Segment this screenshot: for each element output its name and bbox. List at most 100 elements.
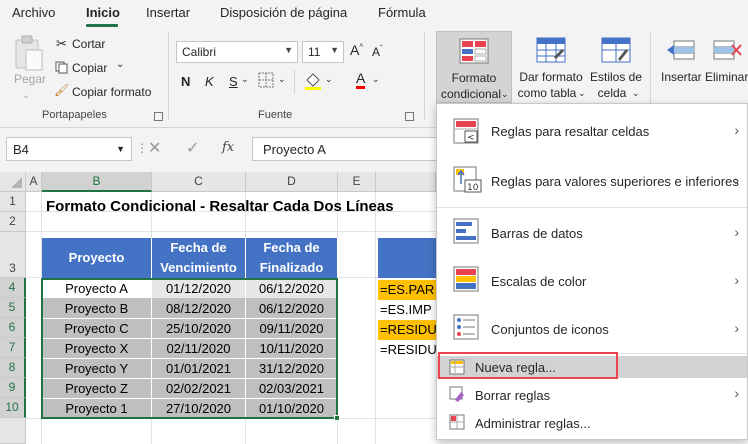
borders-icon[interactable] bbox=[258, 72, 274, 91]
insert-function-icon[interactable]: fx bbox=[222, 140, 234, 155]
bold-button[interactable]: N bbox=[181, 74, 190, 89]
delete-cells-button[interactable]: Eliminar bbox=[704, 31, 748, 103]
chevron-down-icon: ⌄ bbox=[501, 89, 509, 99]
table-header-fecha-finalizado[interactable]: Fecha de Finalizado bbox=[246, 238, 338, 278]
table-cell[interactable]: 02/02/2021 bbox=[152, 379, 246, 399]
tab-insertar[interactable]: Insertar bbox=[146, 5, 190, 20]
column-header-a[interactable]: A bbox=[26, 172, 42, 192]
font-family-select[interactable]: Calibri ▼ bbox=[176, 41, 298, 63]
table-cell[interactable]: 08/12/2020 bbox=[152, 299, 246, 319]
column-header-e[interactable]: E bbox=[338, 172, 376, 192]
row-header-4[interactable]: 4 bbox=[0, 278, 26, 298]
tab-formula[interactable]: Fórmula bbox=[378, 5, 426, 20]
gridline bbox=[375, 192, 376, 444]
underline-button[interactable]: S bbox=[229, 74, 238, 89]
menu-item-clear-rules[interactable]: Borrar reglas › bbox=[437, 382, 747, 406]
font-color-icon[interactable]: A bbox=[356, 70, 366, 89]
shrink-font-icon[interactable]: Aˇ bbox=[372, 44, 383, 59]
name-box[interactable]: B4 ▼ bbox=[6, 137, 132, 161]
formula-cell[interactable]: =ES.PAR bbox=[378, 280, 436, 300]
italic-button[interactable]: K bbox=[205, 74, 214, 89]
format-table-icon bbox=[536, 37, 566, 63]
fill-color-dropdown-icon[interactable]: ⌄ bbox=[325, 74, 333, 85]
formula-column-header[interactable] bbox=[378, 238, 436, 278]
row-header-3[interactable]: 3 bbox=[0, 232, 26, 278]
row-header-8[interactable]: 8 bbox=[0, 358, 26, 378]
column-header-c[interactable]: C bbox=[152, 172, 246, 192]
menu-item-icon-sets[interactable]: Conjuntos de iconos › bbox=[437, 306, 747, 350]
tab-archivo[interactable]: Archivo bbox=[12, 5, 55, 20]
formula-cell[interactable]: =ES.IMP bbox=[378, 300, 436, 320]
table-header-fecha-vencimiento[interactable]: Fecha de Vencimiento bbox=[152, 238, 246, 278]
table-cell[interactable]: 31/12/2020 bbox=[246, 359, 338, 379]
table-cell[interactable]: Proyecto B bbox=[42, 299, 152, 319]
table-header-proyecto[interactable]: Proyecto bbox=[42, 238, 152, 278]
row-header-5[interactable]: 5 bbox=[0, 298, 26, 318]
cancel-icon[interactable]: ✕ bbox=[148, 138, 161, 158]
paste-button[interactable] bbox=[10, 34, 46, 77]
grow-font-icon[interactable]: A^ bbox=[350, 42, 363, 58]
fill-handle[interactable] bbox=[334, 415, 340, 421]
insert-cells-button[interactable]: Insertar bbox=[656, 31, 706, 103]
table-cell[interactable]: 25/10/2020 bbox=[152, 319, 246, 339]
table-cell[interactable]: 01/12/2020 bbox=[152, 279, 246, 299]
table-cell[interactable]: Proyecto Y bbox=[42, 359, 152, 379]
table-cell[interactable]: 01/01/2021 bbox=[152, 359, 246, 379]
svg-text:10: 10 bbox=[467, 183, 479, 193]
row-header-10[interactable]: 10 bbox=[0, 398, 26, 418]
chevron-down-icon: ▼ bbox=[116, 144, 125, 154]
copy-button[interactable]: Copiar bbox=[72, 61, 107, 75]
table-cell[interactable]: Proyecto C bbox=[42, 319, 152, 339]
format-painter-button[interactable]: Copiar formato bbox=[72, 85, 151, 99]
table-cell[interactable]: Proyecto 1 bbox=[42, 399, 152, 419]
table-cell[interactable]: 02/11/2020 bbox=[152, 339, 246, 359]
fill-color-icon[interactable] bbox=[304, 72, 322, 93]
menu-item-data-bars[interactable]: Barras de datos › bbox=[437, 210, 747, 254]
borders-dropdown-icon[interactable]: ⌄ bbox=[278, 74, 286, 85]
table-cell[interactable]: Proyecto A bbox=[42, 279, 152, 299]
table-cell[interactable]: 06/12/2020 bbox=[246, 299, 338, 319]
menu-item-top-bottom-rules[interactable]: 10 Reglas para valores superiores e infe… bbox=[437, 160, 747, 204]
paste-dropdown-icon[interactable]: ⌄ bbox=[22, 90, 30, 101]
cut-button[interactable]: Cortar bbox=[72, 37, 105, 51]
table-cell[interactable]: Proyecto Z bbox=[42, 379, 152, 399]
format-as-table-button[interactable]: Dar formato como tabla ⌄ bbox=[514, 31, 588, 103]
column-header-f[interactable] bbox=[376, 172, 436, 192]
divider bbox=[294, 70, 295, 94]
formula-cell[interactable]: =RESIDU bbox=[378, 340, 436, 360]
table-cell[interactable]: 27/10/2020 bbox=[152, 399, 246, 419]
menu-item-manage-rules[interactable]: Administrar reglas... bbox=[437, 410, 747, 434]
font-size-select[interactable]: 11 ▼ bbox=[302, 41, 344, 63]
conditional-format-button[interactable]: Formato condicional ⌄ bbox=[436, 31, 512, 103]
column-header-b[interactable]: B bbox=[42, 172, 152, 192]
column-header-d[interactable]: D bbox=[246, 172, 338, 192]
row-header-2[interactable]: 2 bbox=[0, 212, 26, 232]
formula-cell[interactable]: =RESIDU bbox=[378, 320, 436, 340]
table-cell[interactable]: 10/11/2020 bbox=[246, 339, 338, 359]
underline-dropdown-icon[interactable]: ⌄ bbox=[241, 74, 249, 85]
tab-inicio[interactable]: Inicio bbox=[86, 5, 120, 20]
table-cell[interactable]: 01/10/2020 bbox=[246, 399, 338, 419]
clipboard-launcher-icon[interactable] bbox=[154, 112, 163, 121]
row-header-6[interactable]: 6 bbox=[0, 318, 26, 338]
row-header-7[interactable]: 7 bbox=[0, 338, 26, 358]
table-cell[interactable]: 02/03/2021 bbox=[246, 379, 338, 399]
active-tab-indicator bbox=[86, 24, 118, 27]
copy-dropdown-icon[interactable]: ⌄ bbox=[116, 59, 124, 70]
menu-item-new-rule[interactable]: Nueva regla... bbox=[437, 356, 747, 378]
font-launcher-icon[interactable] bbox=[405, 112, 414, 121]
table-cell[interactable]: 06/12/2020 bbox=[246, 279, 338, 299]
row-header-9[interactable]: 9 bbox=[0, 378, 26, 398]
cell-styles-button[interactable]: Estilos de celda ⌄ bbox=[588, 31, 644, 103]
menu-item-color-scales[interactable]: Escalas de color › bbox=[437, 258, 747, 302]
row-header-11[interactable] bbox=[0, 418, 26, 444]
tab-disposicion[interactable]: Disposición de página bbox=[220, 5, 347, 20]
enter-icon[interactable]: ✓ bbox=[186, 138, 199, 158]
menu-item-highlight-rules[interactable]: < Reglas para resaltar celdas › bbox=[437, 110, 747, 154]
table-cell[interactable]: 09/11/2020 bbox=[246, 319, 338, 339]
table-cell[interactable]: Proyecto X bbox=[42, 339, 152, 359]
select-all-button[interactable] bbox=[0, 172, 26, 192]
font-color-dropdown-icon[interactable]: ⌄ bbox=[372, 74, 380, 85]
row-header-1[interactable]: 1 bbox=[0, 192, 26, 212]
chevron-right-icon: › bbox=[734, 320, 739, 336]
